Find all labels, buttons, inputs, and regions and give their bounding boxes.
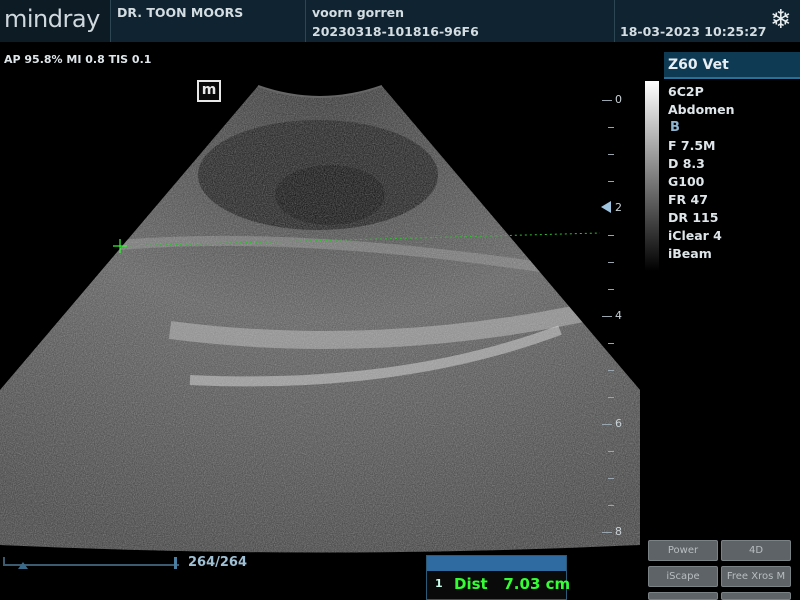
4d-button[interactable]: 4D [721, 540, 791, 561]
system-model: Z60 Vet [664, 52, 800, 79]
iscape-button[interactable]: iScape [648, 566, 718, 587]
measurement-value: 7.03 cm [503, 575, 571, 593]
setting-iclear: iClear 4 [668, 228, 722, 243]
cine-slider[interactable] [3, 564, 179, 566]
cine-start-handle-icon[interactable] [18, 562, 28, 569]
setting-frame-rate: FR 47 [668, 192, 708, 207]
soft-button[interactable] [648, 592, 718, 600]
depth-label-4: 4 [615, 309, 622, 322]
setting-ibeam: iBeam [668, 246, 712, 261]
imaging-settings: 6C2P Abdomen B F 7.5M D 8.3 G100 FR 47 D… [668, 83, 735, 263]
orientation-marker: m [197, 80, 221, 102]
setting-frequency: F 7.5M [668, 138, 716, 153]
depth-label-0: 0 [615, 93, 622, 106]
cine-end-handle-icon[interactable] [174, 557, 177, 569]
free-xros-m-button[interactable]: Free Xros M [721, 566, 791, 587]
grayscale-bar [645, 81, 659, 271]
measurement-index: 1 [435, 577, 443, 590]
measurement-result-box: 1 Dist 7.03 cm [426, 555, 571, 600]
exam-preset: Abdomen [668, 102, 735, 117]
probe-label: 6C2P [668, 84, 704, 99]
power-button[interactable]: Power [648, 540, 718, 561]
cine-frame-counter: 264/264 [188, 555, 248, 570]
depth-label-2: 2 [615, 201, 622, 214]
soft-button[interactable] [721, 592, 791, 600]
setting-gain: G100 [668, 174, 705, 189]
setting-dynamic-range: DR 115 [668, 210, 719, 225]
depth-label-8: 8 [615, 525, 622, 538]
measurement-header [427, 556, 566, 571]
mode-label: B [670, 120, 680, 135]
measurement-label: Dist [454, 575, 488, 593]
setting-depth: D 8.3 [668, 156, 705, 171]
focus-marker-icon[interactable] [601, 201, 611, 213]
depth-label-6: 6 [615, 417, 622, 430]
